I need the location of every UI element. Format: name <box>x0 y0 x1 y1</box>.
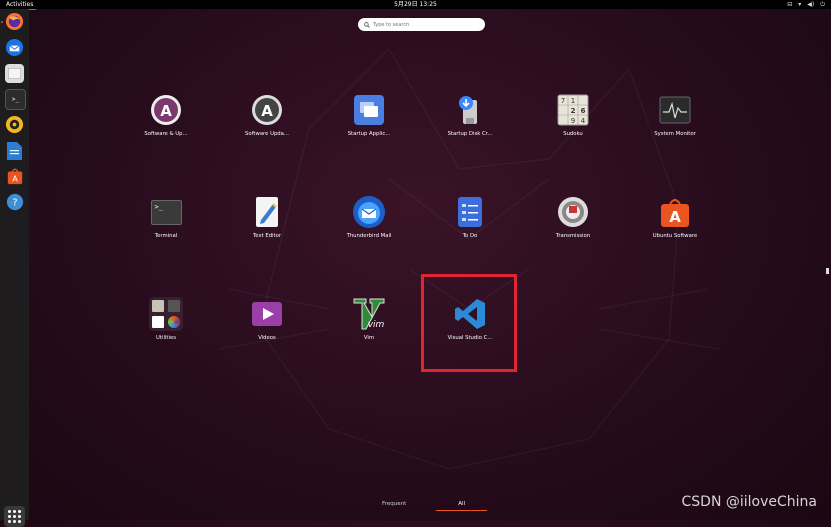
running-indicator <box>1 21 3 23</box>
app-label: To Do <box>462 233 478 239</box>
app-sudoku[interactable]: 7 1 2 6 9 4 Sudoku <box>533 93 613 163</box>
app-label: Ubuntu Software <box>652 233 698 239</box>
network-icon[interactable]: ⊟ <box>787 0 792 9</box>
firefox-icon[interactable] <box>5 12 24 31</box>
thunderbird-icon <box>352 195 386 229</box>
system-tray[interactable]: ⊟ ▾ ◀) ⏻ <box>787 0 825 9</box>
tab-all[interactable]: All <box>436 501 488 511</box>
app-videos[interactable]: Videos <box>227 297 307 367</box>
app-label: Utilities <box>156 335 176 341</box>
help-icon[interactable]: ? <box>5 192 24 211</box>
app-label: Text Editor <box>252 233 282 239</box>
sudoku-cell: 1 <box>571 97 575 105</box>
app-label: Startup Applic... <box>347 131 391 137</box>
svg-text:?: ? <box>12 197 17 208</box>
vim-icon: vim <box>352 297 386 331</box>
videos-icon <box>250 297 284 331</box>
sudoku-cell: 9 <box>571 117 575 125</box>
app-label: Startup Disk Cr... <box>447 131 493 137</box>
utilities-folder-icon <box>149 297 183 331</box>
wifi-icon[interactable]: ▾ <box>798 0 801 9</box>
app-startup-applications[interactable]: Startup Applic... <box>329 93 409 163</box>
sudoku-cell: 6 <box>581 107 586 115</box>
svg-text:A: A <box>160 102 172 120</box>
watermark: CSDN @iiloveChina <box>681 494 818 510</box>
thunderbird-dock-icon[interactable] <box>5 38 24 57</box>
tab-frequent[interactable]: Frequent <box>370 501 418 511</box>
search-icon <box>364 21 370 28</box>
app-label: Videos <box>258 335 276 341</box>
app-vim[interactable]: vim Vim <box>329 297 409 367</box>
app-thunderbird[interactable]: Thunderbird Mail <box>329 195 409 265</box>
app-startup-disk-creator[interactable]: Startup Disk Cr... <box>430 93 510 163</box>
top-bar: Activities 5月29日 13:25 ⊟ ▾ ◀) ⏻ <box>0 0 831 10</box>
sudoku-cell: 2 <box>571 107 576 115</box>
sudoku-icon: 7 1 2 6 9 4 <box>556 93 590 127</box>
software-update-icon: A <box>250 93 284 127</box>
terminal-dock-icon[interactable]: >_ <box>5 89 26 110</box>
app-label: Software & Up... <box>144 131 188 137</box>
app-software-and-updates[interactable]: A Software & Up... <box>126 93 206 163</box>
app-to-do[interactable]: To Do <box>430 195 510 265</box>
terminal-prompt: >_ <box>150 199 182 225</box>
selection-highlight <box>421 274 517 372</box>
files-icon[interactable] <box>5 64 24 83</box>
transmission-icon <box>556 195 590 229</box>
search-bar[interactable] <box>358 18 485 31</box>
app-label: Terminal <box>154 233 178 239</box>
app-utilities-folder[interactable]: Utilities <box>126 297 206 367</box>
app-label: Sudoku <box>563 131 583 137</box>
dock: >_ A ? <box>0 9 29 527</box>
page-indicator[interactable] <box>826 268 829 274</box>
startup-disk-creator-icon <box>453 93 487 127</box>
libreoffice-writer-icon[interactable] <box>5 141 24 160</box>
rhythmbox-icon[interactable] <box>5 115 24 134</box>
app-terminal[interactable]: >_ Terminal <box>126 195 206 265</box>
app-label: System Monitor <box>654 131 696 137</box>
volume-icon[interactable]: ◀) <box>807 0 814 9</box>
startup-applications-icon <box>352 93 386 127</box>
power-icon[interactable]: ⏻ <box>820 0 825 9</box>
view-tabs: Frequent All <box>370 501 488 511</box>
app-label: Transmission <box>555 233 591 239</box>
sudoku-cell: 4 <box>581 117 586 125</box>
terminal-icon: >_ <box>149 195 183 229</box>
svg-text:A: A <box>669 208 681 226</box>
text-editor-icon <box>250 195 284 229</box>
vim-text: vim <box>368 320 385 330</box>
app-label: Vim <box>363 335 375 341</box>
ubuntu-software-icon: A <box>658 195 692 229</box>
clock[interactable]: 5月29日 13:25 <box>0 0 831 9</box>
app-label: Thunderbird Mail <box>346 233 392 239</box>
ubuntu-software-dock-icon[interactable]: A <box>5 166 24 185</box>
svg-text:A: A <box>261 102 273 120</box>
search-input[interactable] <box>373 21 473 28</box>
svg-text:A: A <box>12 173 18 183</box>
app-ubuntu-software[interactable]: A Ubuntu Software <box>635 195 715 265</box>
app-label: Software Upda... <box>245 131 289 137</box>
system-monitor-icon <box>658 93 692 127</box>
app-text-editor[interactable]: Text Editor <box>227 195 307 265</box>
app-system-monitor[interactable]: System Monitor <box>635 93 715 163</box>
todo-icon <box>453 195 487 229</box>
sudoku-cell: 7 <box>561 97 565 105</box>
software-updater-icon: A <box>149 93 183 127</box>
app-transmission[interactable]: Transmission <box>533 195 613 265</box>
show-applications-button[interactable] <box>4 506 25 527</box>
app-software-updater[interactable]: A Software Upda... <box>227 93 307 163</box>
